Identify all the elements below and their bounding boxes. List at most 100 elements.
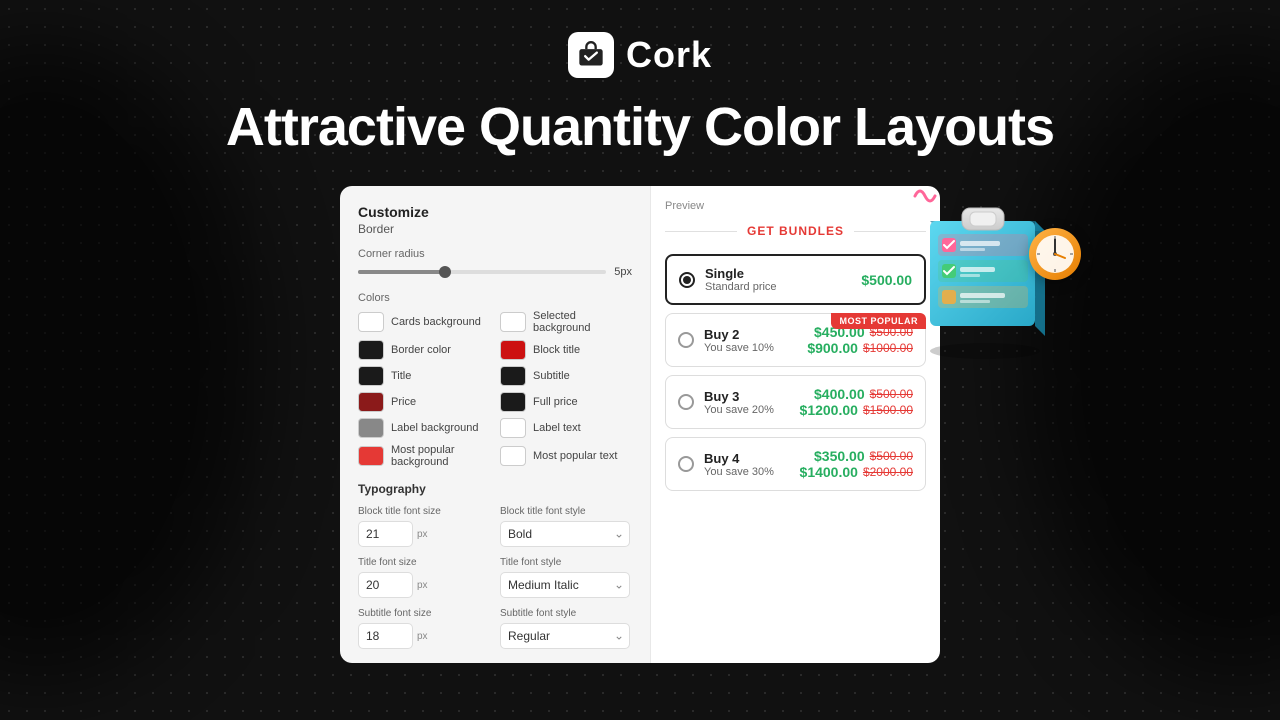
corner-radius-slider-row: 5px xyxy=(358,266,632,278)
color-item-selected-bg: Selected background xyxy=(500,310,632,334)
block-title-font-size-row: px xyxy=(358,521,490,547)
bundle-price-buy2-strike2: $1000.00 xyxy=(863,341,913,355)
color-swatch-most-popular-bg[interactable] xyxy=(358,446,384,466)
bundle-info-buy3: Buy 3 You save 20% xyxy=(704,389,790,416)
bundle-prices-single: $500.00 xyxy=(861,272,912,288)
color-label-cards-bg: Cards background xyxy=(391,316,481,328)
color-item-border: Border color xyxy=(358,340,490,360)
radio-single[interactable] xyxy=(679,272,695,288)
most-popular-badge: MOST POPULAR xyxy=(831,313,926,329)
bundle-subtitle-buy2: You save 10% xyxy=(704,342,797,354)
get-bundles-text: GET BUNDLES xyxy=(737,224,854,238)
color-swatch-most-popular-text[interactable] xyxy=(500,446,526,466)
color-item-label-bg: Label background xyxy=(358,418,490,438)
color-swatch-title[interactable] xyxy=(358,366,384,386)
block-title-font-style-wrapper: Bold Regular Italic Medium Italic xyxy=(500,521,632,547)
slider-thumb[interactable] xyxy=(439,266,451,278)
bundle-card-buy2[interactable]: MOST POPULAR Buy 2 You save 10% $450.00 … xyxy=(665,313,926,367)
color-swatch-subtitle[interactable] xyxy=(500,366,526,386)
subtitle-font-style-label: Subtitle font style xyxy=(500,608,632,619)
slider-track[interactable] xyxy=(358,270,606,274)
header: Cork xyxy=(568,32,712,78)
block-title-font-style-label: Block title font style xyxy=(500,506,632,517)
color-swatch-price[interactable] xyxy=(358,392,384,412)
color-label-label-bg: Label background xyxy=(391,422,478,434)
color-swatch-block-title[interactable] xyxy=(500,340,526,360)
bundle-subtitle-buy3: You save 20% xyxy=(704,404,790,416)
bundle-price-buy2-total: $900.00 xyxy=(807,340,858,356)
title-font-style-select[interactable]: Regular Bold Italic Medium Italic xyxy=(500,572,630,598)
logo-icon xyxy=(568,32,614,78)
block-title-font-size-unit: px xyxy=(417,529,428,540)
bundle-card-buy4[interactable]: Buy 4 You save 30% $350.00 $500.00 $1400… xyxy=(665,437,926,491)
color-item-block-title: Block title xyxy=(500,340,632,360)
slider-value: 5px xyxy=(614,266,632,278)
bundle-title-buy2: Buy 2 xyxy=(704,327,797,342)
preview-label: Preview xyxy=(665,200,926,212)
radio-buy4[interactable] xyxy=(678,456,694,472)
color-item-most-popular-text: Most popular text xyxy=(500,444,632,468)
color-label-selected-bg: Selected background xyxy=(533,310,632,334)
bundle-card-buy3[interactable]: Buy 3 You save 20% $400.00 $500.00 $1200… xyxy=(665,375,926,429)
color-item-subtitle: Subtitle xyxy=(500,366,632,386)
color-label-subtitle: Subtitle xyxy=(533,370,570,382)
bundle-subtitle-single: Standard price xyxy=(705,281,851,293)
title-font-style-wrapper: Regular Bold Italic Medium Italic xyxy=(500,572,632,598)
main-heading: Attractive Quantity Color Layouts xyxy=(226,96,1054,158)
title-font-style-group: Title font style Regular Bold Italic Med… xyxy=(500,557,632,598)
color-item-cards-bg: Cards background xyxy=(358,310,490,334)
subtitle-font-size-input[interactable] xyxy=(358,623,413,649)
customize-panel: Customize Border Corner radius 5px Color… xyxy=(340,186,650,663)
bundle-price-buy3-main: $400.00 xyxy=(814,386,865,402)
bundle-price-row-buy2-2: $900.00 $1000.00 xyxy=(807,340,913,356)
bundle-title-single: Single xyxy=(705,266,851,281)
panel-title: Customize xyxy=(358,204,632,220)
block-title-font-style-select[interactable]: Bold Regular Italic Medium Italic xyxy=(500,521,630,547)
bundle-subtitle-buy4: You save 30% xyxy=(704,466,790,478)
colors-grid: Cards background Selected background Bor… xyxy=(358,310,632,468)
color-swatch-label-bg[interactable] xyxy=(358,418,384,438)
slider-fill xyxy=(358,270,445,274)
color-item-price: Price xyxy=(358,392,490,412)
block-title-font-size-label: Block title font size xyxy=(358,506,490,517)
color-swatch-label-text[interactable] xyxy=(500,418,526,438)
title-font-size-label: Title font size xyxy=(358,557,490,568)
title-font-size-input[interactable] xyxy=(358,572,413,598)
bundle-info-single: Single Standard price xyxy=(705,266,851,293)
subtitle-font-size-unit: px xyxy=(417,631,428,642)
block-title-font-size-group: Block title font size px xyxy=(358,506,490,547)
bundle-price-buy3-strike2: $1500.00 xyxy=(863,403,913,417)
color-label-label-text: Label text xyxy=(533,422,581,434)
subtitle-font-size-group: Subtitle font size px xyxy=(358,608,490,649)
color-swatch-border[interactable] xyxy=(358,340,384,360)
bundle-price-single: $500.00 xyxy=(861,272,912,288)
bundle-price-buy4-total: $1400.00 xyxy=(800,464,858,480)
title-font-size-row: px xyxy=(358,572,490,598)
color-label-most-popular-text: Most popular text xyxy=(533,450,617,462)
typography-label: Typography xyxy=(358,482,632,496)
color-swatch-full-price[interactable] xyxy=(500,392,526,412)
bundle-title-buy3: Buy 3 xyxy=(704,389,790,404)
title-font-size-unit: px xyxy=(417,580,428,591)
bundle-price-row-buy4-2: $1400.00 $2000.00 xyxy=(800,464,913,480)
corner-radius-label: Corner radius xyxy=(358,248,632,260)
color-item-title: Title xyxy=(358,366,490,386)
subtitle-font-style-select[interactable]: Regular Bold Italic Medium Italic xyxy=(500,623,630,649)
bundle-card-single[interactable]: Single Standard price $500.00 xyxy=(665,254,926,305)
bundle-title-buy4: Buy 4 xyxy=(704,451,790,466)
color-swatch-selected-bg[interactable] xyxy=(500,312,526,332)
preview-panel: Preview GET BUNDLES Single Standard pric… xyxy=(650,186,940,663)
bundle-price-buy3-total: $1200.00 xyxy=(800,402,858,418)
color-label-full-price: Full price xyxy=(533,396,578,408)
bundle-price-buy4-strike1: $500.00 xyxy=(870,449,913,463)
bundle-price-row-buy3-2: $1200.00 $1500.00 xyxy=(800,402,913,418)
radio-buy2[interactable] xyxy=(678,332,694,348)
bundle-price-row-buy4-1: $350.00 $500.00 xyxy=(800,448,913,464)
bundle-price-buy4-strike2: $2000.00 xyxy=(863,465,913,479)
bundle-info-buy4: Buy 4 You save 30% xyxy=(704,451,790,478)
radio-buy3[interactable] xyxy=(678,394,694,410)
title-font-style-label: Title font style xyxy=(500,557,632,568)
color-swatch-cards-bg[interactable] xyxy=(358,312,384,332)
color-item-most-popular-bg: Most popular background xyxy=(358,444,490,468)
block-title-font-size-input[interactable] xyxy=(358,521,413,547)
